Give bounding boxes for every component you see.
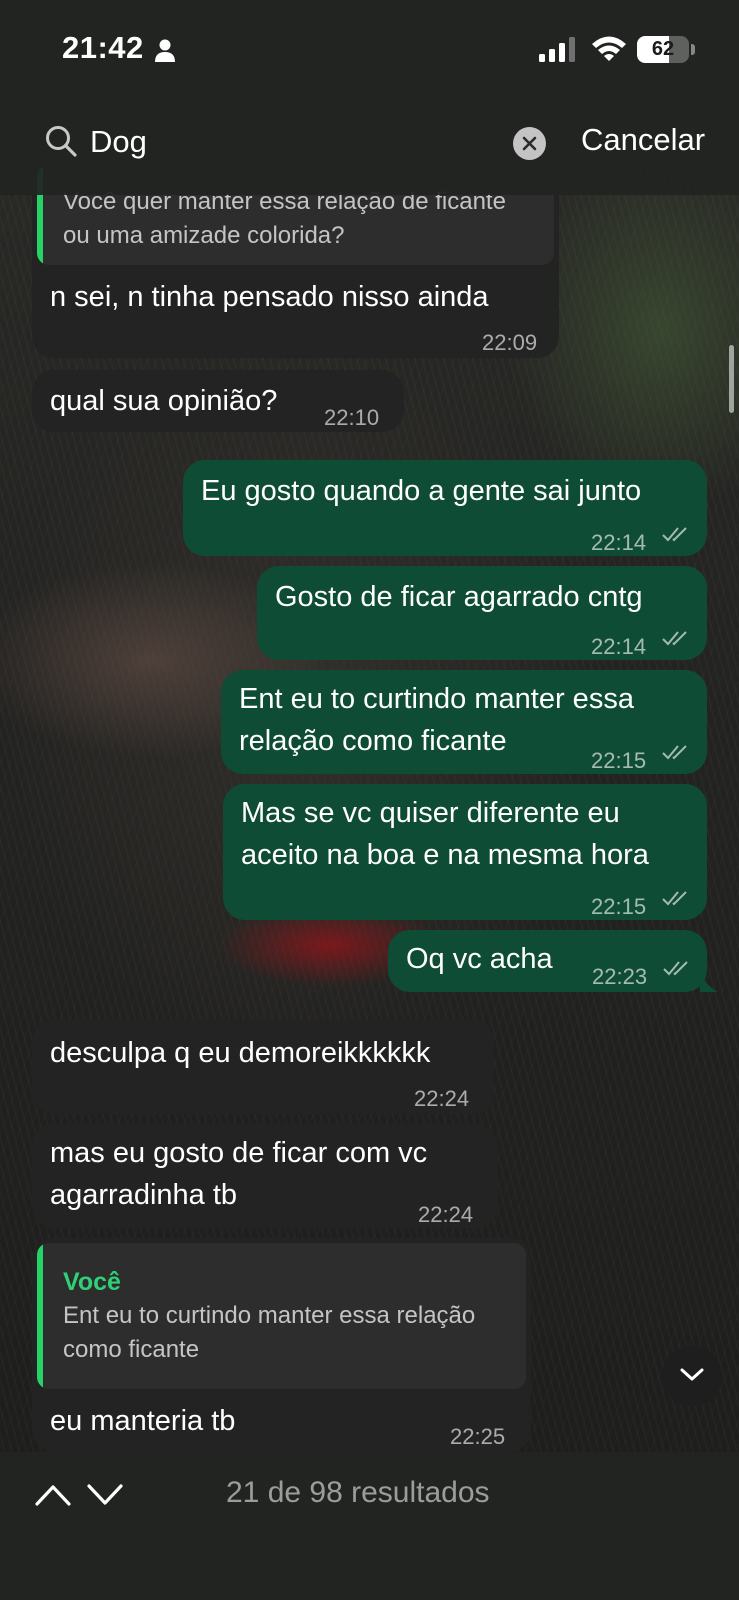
search-header: 21:42 62 Cancelar [0,0,739,195]
double-check-icon [662,527,687,542]
message-text: Ent eu to curtindo manter essa relação c… [239,683,634,757]
person-icon [155,39,175,62]
message-time: 22:14 [591,530,647,555]
message-bubble-outgoing[interactable]: Ent eu to curtindo manter essa relação c… [221,670,707,774]
chevron-up-icon[interactable] [34,1482,72,1508]
message-text: Mas se vc quiser diferente eu aceito na … [241,797,649,871]
message-time: 22:15 [591,748,647,773]
bubble-tail [700,972,718,992]
status-time: 21:42 [62,30,144,65]
message-text: desculpa q eu demoreikkkkkk [50,1037,431,1069]
message-bubble-incoming[interactable]: qual sua opinião? 22:10 [32,370,404,432]
message-text: eu manteria tb [50,1405,236,1437]
signal-icon [539,37,575,62]
message-text: Eu gosto quando a gente sai junto [201,475,642,507]
double-check-icon [662,891,687,906]
message-time: 22:23 [592,964,648,989]
quote-accent-bar [37,1243,43,1389]
search-results-bar: 21 de 98 resultados [0,1452,739,1600]
chevron-down-icon[interactable] [86,1482,124,1508]
double-check-icon [663,961,688,976]
cancel-button[interactable]: Cancelar [581,122,705,158]
double-check-icon [662,631,687,646]
scroll-indicator[interactable] [729,345,734,413]
chevron-down-icon [680,1368,704,1381]
message-text: Gosto de ficar agarrado cntg [275,581,643,613]
quote-text: Ent eu to curtindo manter essa relação c… [63,1302,476,1363]
search-input[interactable] [90,120,490,164]
quote-text: Você quer manter essa relação de ficante… [63,188,506,249]
close-icon [522,136,537,151]
message-text: Oq vc acha [406,943,553,975]
message-text: mas eu gosto de ficar com vc agarradinha… [50,1137,428,1211]
message-time: 22:09 [482,330,538,355]
message-time: 22:10 [324,405,380,430]
scroll-down-button[interactable] [662,1346,722,1406]
message-bubble-incoming[interactable]: mas eu gosto de ficar com vc agarradinha… [32,1124,498,1228]
message-text: qual sua opinião? [50,385,278,417]
message-bubble-outgoing[interactable]: Mas se vc quiser diferente eu aceito na … [223,784,707,920]
message-time: 22:24 [418,1202,474,1227]
message-time: 22:15 [591,894,647,919]
message-bubble-outgoing[interactable]: Gosto de ficar agarrado cntg 22:14 [257,566,707,660]
battery-nub [691,44,695,55]
message-bubble-incoming[interactable]: desculpa q eu demoreikkkkkk 22:24 [32,1020,494,1114]
quote-author: Você [63,1268,121,1296]
message-bubble-incoming[interactable]: Você Ent eu to curtindo manter essa rela… [32,1238,531,1452]
battery-indicator: 62 [637,36,689,63]
results-count: 21 de 98 resultados [226,1476,490,1509]
search-icon [46,126,77,157]
double-check-icon [662,745,687,760]
message-bubble-outgoing[interactable]: Eu gosto quando a gente sai junto 22:14 [183,460,707,556]
clear-search-button[interactable] [513,127,546,160]
message-text: n sei, n tinha pensado nisso ainda [50,281,489,313]
quoted-message[interactable]: Você Ent eu to curtindo manter essa rela… [37,1243,526,1389]
message-time: 22:14 [591,634,647,659]
message-time: 22:24 [414,1086,470,1111]
message-bubble-outgoing[interactable]: Oq vc acha 22:23 [388,930,707,992]
wifi-icon [592,36,626,61]
battery-level: 62 [651,38,675,60]
